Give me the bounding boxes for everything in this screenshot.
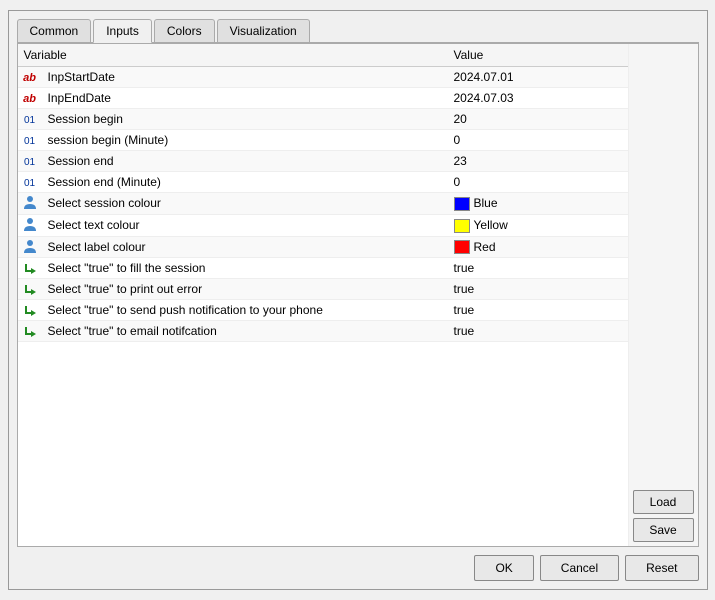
dialog: Common Inputs Colors Visualization Varia…: [8, 10, 708, 590]
save-button[interactable]: Save: [633, 518, 694, 542]
reset-button[interactable]: Reset: [625, 555, 698, 581]
table-row: Select label colour Red: [18, 236, 628, 258]
row-variable: Select "true" to email notifcation: [42, 321, 448, 342]
row-icon: [18, 193, 42, 215]
num-icon: 01: [24, 178, 35, 189]
table-row: Select text colour Yellow: [18, 214, 628, 236]
ab-icon: ab: [23, 72, 36, 84]
row-icon: 01: [18, 109, 42, 130]
row-variable: Session end (Minute): [42, 172, 448, 193]
tab-common[interactable]: Common: [17, 19, 92, 42]
inputs-table: Variable Value abInpStartDate2024.07.01a…: [18, 44, 628, 342]
table-row: Select "true" to email notifcationtrue: [18, 321, 628, 342]
row-icon: [18, 214, 42, 236]
table-row: 01 Session begin20: [18, 109, 628, 130]
tab-visualization[interactable]: Visualization: [217, 19, 310, 42]
row-icon: [18, 236, 42, 258]
table-row: 01 Session end (Minute)0: [18, 172, 628, 193]
row-value[interactable]: 23: [448, 151, 628, 172]
row-variable: Select "true" to fill the session: [42, 258, 448, 279]
color-name: Yellow: [474, 218, 508, 232]
row-icon: ab: [18, 88, 42, 109]
row-value[interactable]: Red: [448, 236, 628, 258]
color-swatch: [454, 197, 470, 211]
ok-button[interactable]: OK: [474, 555, 533, 581]
table-row: ab InpStartDate2024.07.01: [18, 67, 628, 88]
row-value[interactable]: 2024.07.03: [448, 88, 628, 109]
table-row: ab InpEndDate2024.07.03: [18, 88, 628, 109]
bottom-bar: OK Cancel Reset: [17, 547, 699, 581]
row-value[interactable]: 2024.07.01: [448, 67, 628, 88]
num-icon: 01: [24, 115, 35, 126]
row-variable: InpEndDate: [42, 88, 448, 109]
color-name: Red: [474, 240, 496, 254]
row-icon: [18, 300, 42, 321]
side-buttons: Load Save: [628, 44, 698, 546]
table-row: Select "true" to print out errortrue: [18, 279, 628, 300]
row-variable: Select text colour: [42, 214, 448, 236]
row-icon: [18, 321, 42, 342]
cancel-button[interactable]: Cancel: [540, 555, 619, 581]
row-variable: Session begin: [42, 109, 448, 130]
table-row: Select "true" to fill the sessiontrue: [18, 258, 628, 279]
row-icon: ab: [18, 67, 42, 88]
row-variable: Select label colour: [42, 236, 448, 258]
row-value[interactable]: true: [448, 300, 628, 321]
col-value: Value: [448, 44, 628, 67]
ab-icon: ab: [23, 93, 36, 105]
col-variable: Variable: [18, 44, 448, 67]
tab-inputs[interactable]: Inputs: [93, 19, 152, 43]
num-icon: 01: [24, 157, 35, 168]
load-button[interactable]: Load: [633, 490, 694, 514]
row-value[interactable]: Blue: [448, 193, 628, 215]
arrow-icon: [22, 323, 38, 339]
color-picker-icon: [22, 217, 38, 233]
color-picker-icon: [22, 195, 38, 211]
row-icon: 01: [18, 130, 42, 151]
row-variable: Select "true" to print out error: [42, 279, 448, 300]
table-row: 01 Session end23: [18, 151, 628, 172]
table-container: Variable Value abInpStartDate2024.07.01a…: [18, 44, 628, 546]
row-value[interactable]: true: [448, 258, 628, 279]
row-variable: session begin (Minute): [42, 130, 448, 151]
row-icon: 01: [18, 172, 42, 193]
arrow-icon: [22, 302, 38, 318]
row-icon: 01: [18, 151, 42, 172]
row-value[interactable]: true: [448, 279, 628, 300]
color-picker-icon: [22, 239, 38, 255]
row-value[interactable]: 0: [448, 172, 628, 193]
arrow-icon: [22, 281, 38, 297]
row-icon: [18, 258, 42, 279]
row-value[interactable]: Yellow: [448, 214, 628, 236]
row-variable: Session end: [42, 151, 448, 172]
num-icon: 01: [24, 136, 35, 147]
color-swatch: [454, 219, 470, 233]
row-variable: InpStartDate: [42, 67, 448, 88]
row-variable: Select "true" to send push notification …: [42, 300, 448, 321]
arrow-icon: [22, 260, 38, 276]
tab-bar: Common Inputs Colors Visualization: [17, 19, 699, 43]
row-icon: [18, 279, 42, 300]
content-area: Variable Value abInpStartDate2024.07.01a…: [17, 43, 699, 547]
color-name: Blue: [474, 196, 498, 210]
row-variable: Select session colour: [42, 193, 448, 215]
row-value[interactable]: 20: [448, 109, 628, 130]
main-content: Variable Value abInpStartDate2024.07.01a…: [18, 44, 698, 546]
table-row: Select "true" to send push notification …: [18, 300, 628, 321]
table-row: 01 session begin (Minute)0: [18, 130, 628, 151]
tab-colors[interactable]: Colors: [154, 19, 215, 42]
row-value[interactable]: true: [448, 321, 628, 342]
table-row: Select session colour Blue: [18, 193, 628, 215]
color-swatch: [454, 240, 470, 254]
row-value[interactable]: 0: [448, 130, 628, 151]
